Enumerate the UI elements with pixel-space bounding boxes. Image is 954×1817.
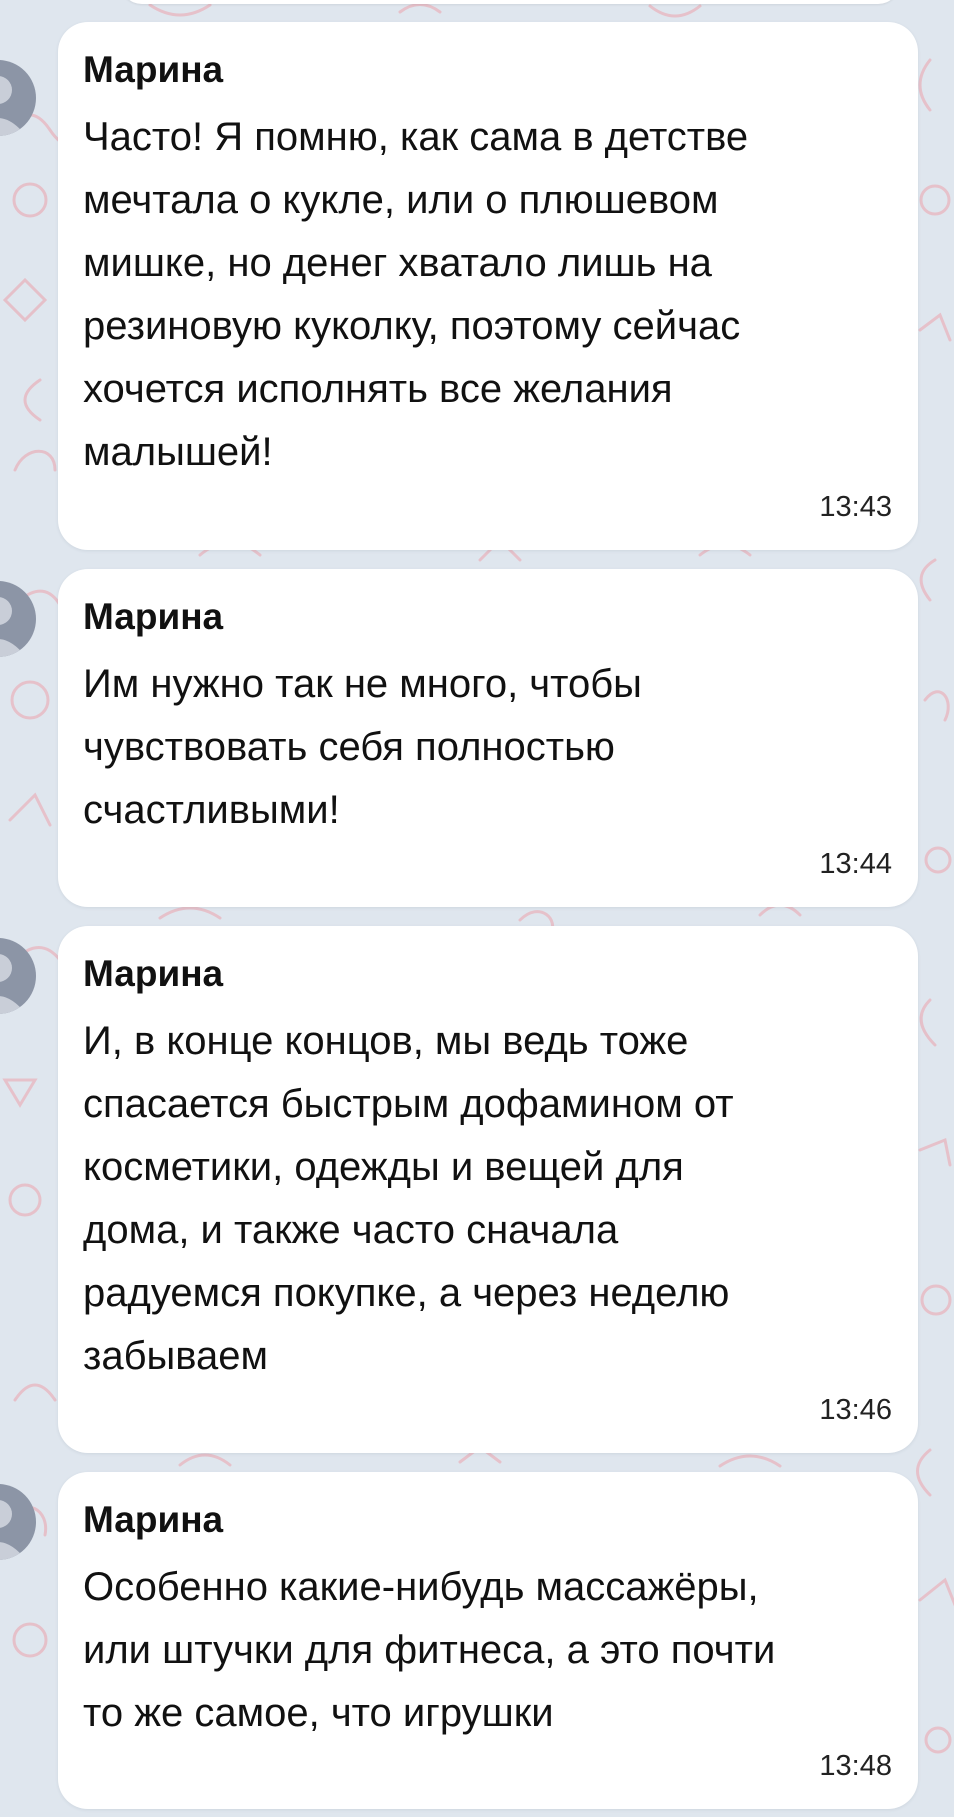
sender-name[interactable]: Марина [83,1500,223,1540]
sender-avatar[interactable] [0,60,36,136]
message-time: 13:46 [819,1394,892,1426]
message-bubble[interactable]: Марина Особенно какие-нибудь массажёры, … [58,1472,918,1809]
message-line: чувствовать себя полностью [83,725,615,769]
user-avatar-icon [0,76,26,136]
user-avatar-icon [0,1500,26,1560]
message-time: 13:44 [819,848,892,880]
sender-name[interactable]: Марина [83,50,223,90]
sender-avatar[interactable] [0,1484,36,1560]
message-line: И, в конце концов, мы ведь тоже [83,1019,689,1063]
message-line: Часто! Я помню, как сама в детстве [83,115,749,159]
message-line: резиновую куколку, поэтому сейчас [83,304,741,348]
message-line: Особенно какие-нибудь массажёры, [83,1565,759,1609]
message-line: мечтала о кукле, или о плюшевом [83,178,719,222]
message-text: И, в конце концов, мы ведь тоже спасаетс… [83,1010,883,1388]
message-text: Часто! Я помню, как сама в детстве мечта… [83,106,883,484]
message-line: радуемся покупке, а через неделю [83,1271,730,1315]
message-line: забываем [83,1334,269,1378]
user-avatar-icon [0,597,26,657]
sender-avatar[interactable] [0,938,36,1014]
message-line: то же самое, что игрушки [83,1691,554,1735]
message-line: косметики, одежды и вещей для [83,1145,684,1189]
message-time: 13:48 [819,1750,892,1782]
message-time: 13:43 [819,491,892,523]
message-text: Особенно какие-нибудь массажёры, или шту… [83,1556,883,1745]
message-text: Им нужно так не много, чтобы чувствовать… [83,653,883,842]
sender-name[interactable]: Марина [83,954,223,994]
message-line: дома, и также часто сначала [83,1208,619,1252]
previous-message-bubble-edge [120,0,900,4]
message-bubble[interactable]: Марина Часто! Я помню, как сама в детств… [58,22,918,550]
user-avatar-icon [0,954,26,1014]
chat-message-list[interactable]: Марина Часто! Я помню, как сама в детств… [0,0,954,1817]
message-line: спасается быстрым дофамином от [83,1082,734,1126]
message-line: или штучки для фитнеса, а это почти [83,1628,776,1672]
message-bubble[interactable]: Марина Им нужно так не много, чтобы чувс… [58,569,918,907]
message-line: мишке, но денег хватало лишь на [83,241,712,285]
sender-name[interactable]: Марина [83,597,223,637]
message-bubble[interactable]: Марина И, в конце концов, мы ведь тоже с… [58,926,918,1453]
sender-avatar[interactable] [0,581,36,657]
message-line: малышей! [83,430,273,474]
message-line: счастливыми! [83,788,340,832]
message-line: Им нужно так не много, чтобы [83,662,642,706]
message-line: хочется исполнять все желания [83,367,673,411]
